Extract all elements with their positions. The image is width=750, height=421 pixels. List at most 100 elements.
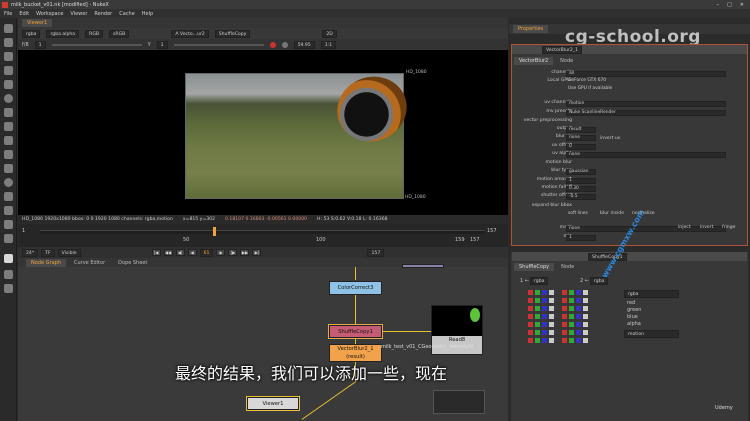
shuffle-channel-toggle[interactable] [535,290,540,295]
close-icon[interactable]: ✕ [740,2,744,8]
last-frame-button[interactable]: ▶| [252,249,262,256]
minimize-icon[interactable]: – [717,2,720,8]
layer-select[interactable]: rgba.alpha [46,29,80,38]
tab-shuffle-node[interactable]: Node [556,263,579,271]
maximize-icon[interactable]: □ [727,2,732,8]
shuffle-channel-toggle[interactable] [576,298,581,303]
shuffle-channel-toggle[interactable] [576,306,581,311]
property-value[interactable]: Nuke ScanlineRender [566,110,726,116]
node-upstream[interactable] [402,264,444,268]
prev-frame-button[interactable]: ◀| [175,249,185,256]
tab-vectorblur[interactable]: VectorBlur2 [514,57,554,65]
lut-select[interactable]: sRGB [109,29,130,38]
other-tool-icon[interactable] [4,220,13,229]
property-value[interactable]: none [566,135,596,141]
display-mode-select[interactable]: RGB [85,29,104,38]
shuffle-channel-toggle[interactable] [549,306,554,311]
shuffle-channel-toggle[interactable] [562,338,567,343]
tab-viewer1[interactable]: Viewer1 [22,19,53,27]
menu-workspace[interactable]: Workspace [36,11,63,17]
shuffle-channel-toggle[interactable] [562,330,567,335]
pointer-tool-icon[interactable] [4,24,13,33]
property-value[interactable]: -0.5 [566,194,596,200]
shuffle-channel-toggle[interactable] [562,290,567,295]
shuffle-channel-toggle[interactable] [549,330,554,335]
shuffle-channel-toggle[interactable] [583,322,588,327]
tab-properties[interactable]: Properties [513,25,549,33]
shuffle-channel-toggle[interactable] [569,298,574,303]
tab-dope-sheet[interactable]: Dope Sheet [113,259,152,267]
node-viewer[interactable]: Viewer1 [246,396,300,411]
shuffle-channel-toggle[interactable] [569,290,574,295]
gain-slider[interactable] [51,43,142,46]
shuffle-channel-toggle[interactable] [535,314,540,319]
shuffle-channel-toggle[interactable] [569,330,574,335]
color-tool-icon[interactable] [4,94,13,103]
shuffle-channel-toggle[interactable] [542,298,547,303]
timeline-cursor[interactable] [213,227,216,236]
shuffle-in1-select[interactable]: rgba [530,277,549,285]
shuffle-channel-toggle[interactable] [562,306,567,311]
shuffle-channel-toggle[interactable] [549,338,554,343]
tab-node[interactable]: Node [555,57,578,65]
timecode-select[interactable]: TF [41,248,55,257]
play-backward-button[interactable]: ◀ [187,249,197,256]
zoom-select[interactable]: 2D [322,29,337,38]
invert-uv-checkbox[interactable]: invert uv [600,136,621,141]
timeline-track[interactable] [40,230,485,234]
shuffle-channel-toggle[interactable] [542,322,547,327]
shuffle-channel-toggle[interactable] [583,314,588,319]
transform-tool-icon[interactable] [4,150,13,159]
shuffle-channel-toggle[interactable] [583,338,588,343]
shuffle-channel-toggle[interactable] [562,298,567,303]
pause-icon[interactable] [281,41,288,48]
shuffle-channel-toggle[interactable] [528,306,533,311]
shuffle-channel-toggle[interactable] [549,322,554,327]
shuffle-channel-toggle[interactable] [562,314,567,319]
shuffle-channel-toggle[interactable] [542,314,547,319]
draw-tool-icon[interactable] [4,52,13,61]
input-b-select[interactable]: ShuffleCopy [214,29,251,38]
tab-node-graph[interactable]: Node Graph [26,258,66,267]
property-value[interactable]: none [566,152,726,158]
menu-help[interactable]: Help [142,11,153,17]
blur-inside-checkbox[interactable]: blur inside [600,211,624,216]
property-value[interactable]: motion [566,101,726,107]
toolsets-icon[interactable] [4,206,13,215]
menu-cache[interactable]: Cache [119,11,135,17]
property-value[interactable]: result [566,127,596,133]
shuffle-channel-toggle[interactable] [576,314,581,319]
particles-tool-icon[interactable] [4,270,13,279]
property-value[interactable]: 1 [566,235,596,241]
current-frame-field[interactable]: 61 [199,248,214,257]
record-icon[interactable] [269,41,276,48]
shuffle-channel-toggle[interactable] [549,298,554,303]
shuffle-channel-toggle[interactable] [569,338,574,343]
shuffle-channel-toggle[interactable] [542,306,547,311]
node-backdrop-thumbnail[interactable] [433,390,485,414]
merge-tool-icon[interactable] [4,136,13,145]
shuffle-channel-toggle[interactable] [528,330,533,335]
shuffle-channel-toggle[interactable] [542,290,547,295]
shuffle-channel-toggle[interactable] [528,338,533,343]
proxy-field[interactable]: 1:1 [320,40,337,49]
prev-key-button[interactable]: ◀◀ [163,249,173,256]
metadata-tool-icon[interactable] [4,192,13,201]
shuffle-out2-select[interactable]: motion [624,330,679,338]
image-tool-icon[interactable] [4,38,13,47]
property-value[interactable]: gaussian [566,169,596,175]
fps-field[interactable]: 59.95 [293,40,315,49]
shuffle-channel-toggle[interactable] [535,330,540,335]
menu-render[interactable]: Render [94,11,112,17]
shuffle-channel-toggle[interactable] [528,322,533,327]
furnace-tool-icon[interactable] [4,234,13,243]
visible-range-select[interactable]: Visible [57,248,81,257]
shuffle-channel-toggle[interactable] [583,306,588,311]
shuffle-channel-toggle[interactable] [576,330,581,335]
play-forward-button[interactable]: ▶ [216,249,226,256]
normalize-checkbox[interactable]: normalize [632,211,655,216]
filter-tool-icon[interactable] [4,108,13,117]
loop-end-field[interactable]: 157 [367,248,385,257]
shuffle-channel-toggle[interactable] [583,298,588,303]
shuffle-channel-toggle[interactable] [528,314,533,319]
